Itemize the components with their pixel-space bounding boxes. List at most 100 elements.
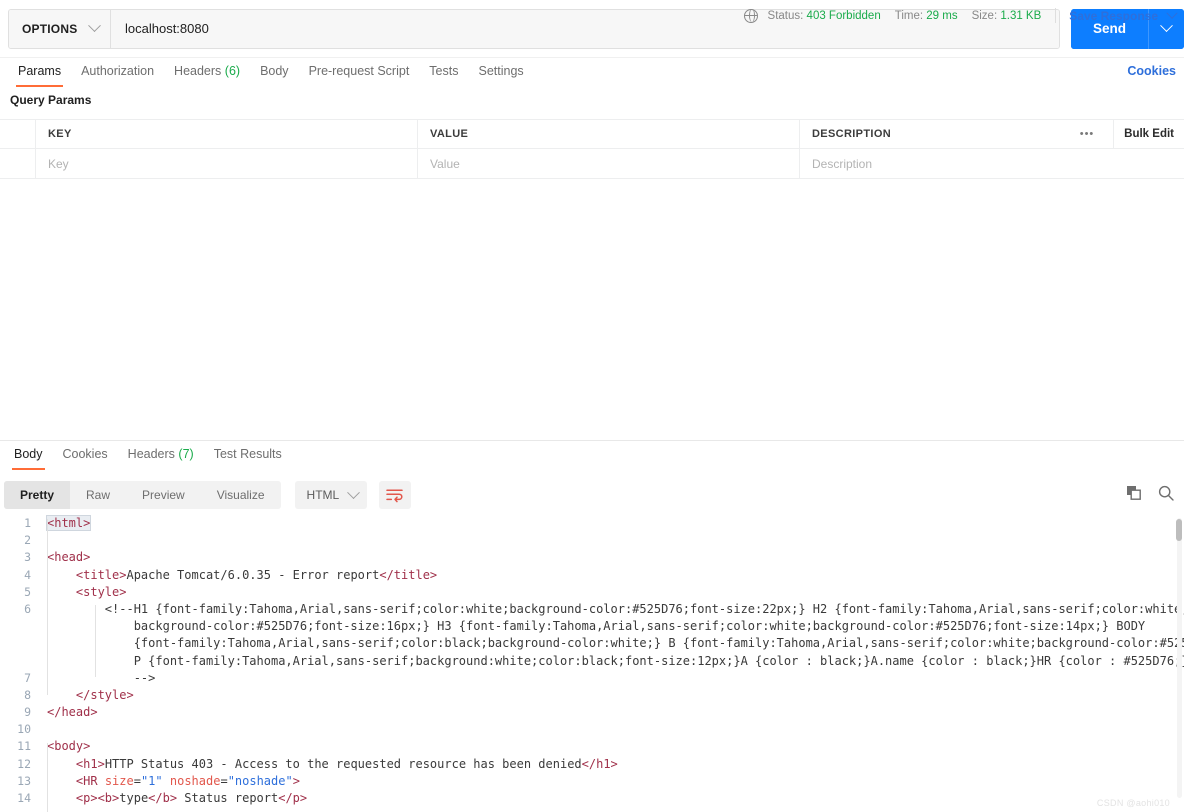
line-number: 7 [24,670,31,685]
code-token: size [104,773,134,788]
code-token: "1" [140,773,163,788]
line-number: 14 [17,791,31,805]
size-label: Size: [971,9,998,22]
format-tab-preview[interactable]: Preview [126,481,201,509]
code-line: <style> [47,584,1184,601]
code-token: "noshade" [227,773,293,788]
size-value: 1.31 KB [1000,9,1042,22]
line-number-gutter: 1 2 3 4 5 6 7 8 9 10 11 12 13 14 [0,515,40,807]
code-token: --> [47,670,156,685]
tab-label: Cookies [62,447,108,461]
tab-authorization[interactable]: Authorization [71,58,164,87]
postman-window: OPTIONS Send Params Authorization Header… [0,0,1184,812]
watermark: CSDN @aohi010 [1096,798,1170,808]
key-input[interactable]: Key [36,148,418,179]
code-token: P {font-family:Tahoma,Arial,sans-serif;b… [47,653,1184,668]
bulk-edit-button[interactable]: Bulk Edit [1113,119,1184,149]
status-label: Status: [767,9,804,22]
time-label: Time: [894,9,924,22]
code-line: <head> [47,549,1184,566]
globe-icon [743,8,758,23]
tab-label: Body [260,64,289,78]
code-token: <body> [47,739,91,754]
code-token: Status report [177,791,279,805]
line-number [0,653,31,670]
code-token: </b> [148,791,178,805]
tab-label: Settings [478,64,524,78]
status-badge: Status: 403 Forbidden [768,10,881,22]
tab-params[interactable]: Params [8,58,71,87]
response-tab-body[interactable]: Body [4,441,53,470]
response-tab-headers[interactable]: Headers (7) [118,441,204,470]
code-token: </style> [75,687,134,702]
http-method-select[interactable]: OPTIONS [9,9,111,48]
code-scrollbar-thumb[interactable] [1176,519,1182,541]
chevron-down-icon [346,485,360,499]
language-label: HTML [306,488,340,502]
word-wrap-button[interactable] [378,481,411,509]
http-method-label: OPTIONS [22,21,78,36]
code-line: P {font-family:Tahoma,Arial,sans-serif;b… [47,653,1184,670]
time-value: 29 ms [926,9,958,22]
code-token: type [119,791,149,805]
response-tab-bar: Body Cookies Headers (7) Test Results [0,440,1184,476]
code-token: background-color:#525D76;font-size:16px;… [47,619,1146,634]
tab-settings[interactable]: Settings [468,58,533,87]
query-params-table: KEY VALUE DESCRIPTION Key Value Descript… [0,119,1184,179]
save-response-button[interactable]: Save Response [1069,9,1158,23]
table-row[interactable]: Key Value Description [0,148,1184,179]
search-button[interactable] [1158,485,1174,501]
code-line: {font-family:Tahoma,Arial,sans-serif;col… [47,635,1184,652]
code-token: noshade [169,773,221,788]
line-number [0,635,31,652]
tab-label: Params [18,64,62,78]
code-line: <HR size="1" noshade="noshade"> [47,773,1184,790]
line-number: 4 [24,567,31,582]
code-token: <h1> [75,756,105,771]
value-input[interactable]: Value [418,148,800,179]
description-input[interactable]: Description [800,149,1184,179]
search-icon [1158,485,1174,501]
cookies-link[interactable]: Cookies [1127,64,1176,78]
fold-guide [47,743,48,812]
chevron-down-icon[interactable] [1166,7,1178,19]
status-value: 403 Forbidden [806,9,881,22]
response-tab-cookies[interactable]: Cookies [53,441,118,470]
response-body-code[interactable]: 1 2 3 4 5 6 7 8 9 10 11 12 13 14 <html> <head> <title… [0,515,1184,812]
code-content[interactable]: <html> <head> <title>Apache Tomcat/6.0.3… [40,515,1184,807]
column-header-key: KEY [36,119,418,149]
format-tab-raw[interactable]: Raw [70,481,126,509]
tab-headers[interactable]: Headers (6) [164,58,250,87]
response-language-select[interactable]: HTML [294,481,367,509]
code-token: </head> [47,705,98,720]
code-token: <html> [45,515,92,531]
code-token: <p><b> [75,791,120,805]
code-token: <HR [75,773,105,788]
row-checkbox-cell[interactable] [0,148,36,179]
format-tab-group: Pretty Raw Preview Visualize [4,481,281,509]
line-number: 9 [24,705,31,720]
table-header-row: KEY VALUE DESCRIPTION [0,119,1184,149]
code-scrollbar-track[interactable] [1177,518,1182,798]
response-tab-test-results[interactable]: Test Results [204,441,292,470]
format-tab-pretty[interactable]: Pretty [4,481,71,509]
tab-label: Headers [127,447,175,461]
tab-body[interactable]: Body [250,58,299,87]
format-tab-visualize[interactable]: Visualize [201,481,281,509]
request-tab-bar: Params Authorization Headers (6) Body Pr… [0,58,1184,90]
tab-pre-request-script[interactable]: Pre-request Script [299,58,420,87]
column-header-value: VALUE [418,119,800,149]
tab-label: Test Results [213,447,282,461]
code-line: </head> [47,704,1184,721]
tab-tests[interactable]: Tests [419,58,468,87]
copy-button[interactable] [1126,485,1142,501]
table-more-options-icon[interactable]: ••• [1067,119,1107,149]
tab-count: (6) [224,64,241,78]
response-actions [1126,485,1174,501]
code-line: background-color:#525D76;font-size:16px;… [47,618,1184,635]
